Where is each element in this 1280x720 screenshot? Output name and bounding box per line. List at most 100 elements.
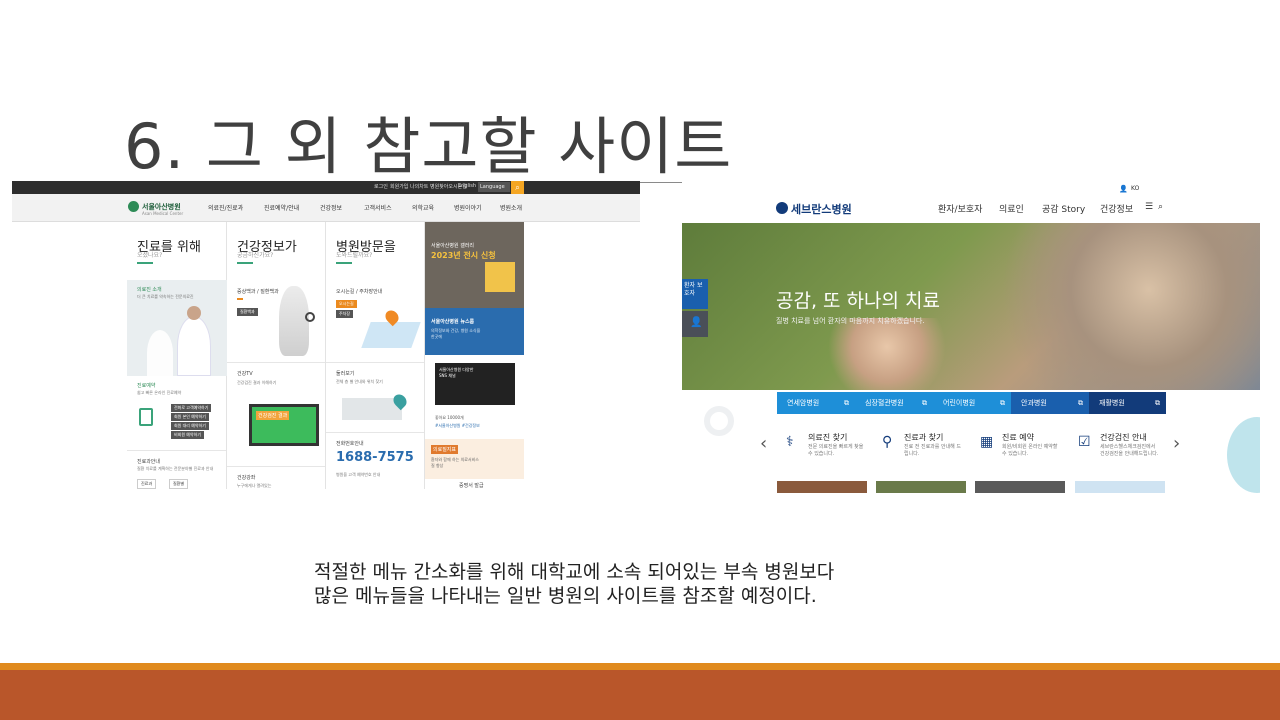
divider bbox=[326, 432, 424, 433]
person-icon: 👤 bbox=[690, 317, 703, 328]
external-link-icon: ⧉ bbox=[1078, 399, 1083, 407]
asan-disease-btn[interactable]: 질환별 bbox=[169, 479, 189, 489]
asan-col2-subtitle: 궁금하신가요? bbox=[237, 252, 274, 259]
title-divider bbox=[640, 182, 682, 183]
asan-reserve-btn-2[interactable]: 회원 본인 예약하기 bbox=[171, 413, 209, 421]
asan-doctor-photo[interactable]: 의료진 소개 더 큰 치료를 약속하는 전문의료진 bbox=[127, 280, 227, 376]
asan-parking-tag[interactable]: 주차장 bbox=[336, 310, 354, 318]
asan-healthtv-title[interactable]: 건강TV bbox=[237, 370, 253, 377]
sev-lang-select[interactable]: KO bbox=[1131, 185, 1139, 192]
asan-gallery-banner[interactable]: 서울아산병원 갤러리 2023년 전시 신청 bbox=[425, 222, 524, 308]
asan-col2-rule bbox=[237, 262, 253, 264]
asan-nav-health[interactable]: 건강정보 bbox=[320, 203, 342, 212]
asan-lecture-title[interactable]: 건강강좌 bbox=[237, 474, 255, 481]
asan-reservation-title: 진료예약 bbox=[137, 383, 156, 389]
decorative-circle bbox=[1227, 417, 1260, 493]
sev-side-tab-staff[interactable]: 👤 bbox=[682, 311, 708, 337]
door-icon bbox=[139, 408, 153, 426]
tv-screen-text: 건강검진 결과 bbox=[256, 411, 290, 420]
thumbnail[interactable] bbox=[777, 481, 867, 493]
chevron-right-icon[interactable]: › bbox=[1173, 433, 1180, 454]
asan-reserve-btn-3[interactable]: 회원 대리 예약하기 bbox=[171, 422, 209, 430]
sev-hospital-heart-label: 심장혈관병원 bbox=[865, 399, 904, 407]
asan-sns-tags: #서울아산병원 #건강정보 bbox=[435, 423, 480, 428]
asan-quality-desc: 환자와 함께 하는 의료서비스 질 향상 bbox=[431, 457, 479, 468]
asan-col-treatment: 진료를 위해 오셨나요? 의료진 소개 더 큰 치료를 약속하는 전문의료진 진… bbox=[127, 222, 227, 489]
asan-cert-link[interactable]: 증명서 발급 bbox=[459, 482, 484, 489]
asan-floormap-title[interactable]: 둘러보기 bbox=[336, 370, 354, 377]
hero-photo-people bbox=[982, 223, 1260, 390]
sev-side-tab-patient[interactable]: 환자 보호자 bbox=[682, 279, 708, 309]
sev-hospital-cancer[interactable]: 연세암병원 ⧉ bbox=[777, 392, 855, 414]
chevron-left-icon[interactable]: ‹ bbox=[760, 433, 767, 454]
thumbnail[interactable] bbox=[975, 481, 1065, 493]
asan-utility-bar: 로그인 회원가입 나의차트 병원찾아오시는길 English Language … bbox=[12, 181, 640, 194]
asan-symptoms-link[interactable]: 증상백과 / 질환백과 bbox=[237, 288, 279, 295]
asan-dept-btn[interactable]: 진료과 bbox=[137, 479, 157, 489]
asan-language-select[interactable]: Language bbox=[478, 182, 510, 192]
divider bbox=[227, 362, 325, 363]
asan-directions-link[interactable]: 오시는길 / 주차장안내 bbox=[336, 288, 382, 295]
asan-col1-rule bbox=[137, 262, 153, 264]
asan-nav-doctors[interactable]: 의료진/진료과 bbox=[208, 203, 243, 212]
sev-hospital-children-label: 어린이병원 bbox=[943, 399, 976, 407]
thumbnail[interactable] bbox=[1075, 481, 1165, 493]
asan-phone-number[interactable]: 1688-7575 bbox=[336, 450, 414, 465]
doctor-figure-icon bbox=[177, 316, 211, 376]
asan-sns-caption: 서울아산병원 다양한 SNS 채널 bbox=[439, 367, 474, 378]
asan-reserve-btn-1[interactable]: 전화로 고객예약하기 bbox=[171, 404, 212, 412]
asan-nav-customer[interactable]: 고객서비스 bbox=[364, 203, 392, 212]
sev-hospital-heart[interactable]: 심장혈관병원 ⧉ bbox=[855, 392, 933, 414]
calendar-icon: ▦ bbox=[980, 434, 994, 450]
asan-col3-rule bbox=[336, 262, 352, 264]
asan-phone-title: 전화번호안내 bbox=[336, 441, 364, 447]
asan-util-join[interactable]: 회원가입 bbox=[390, 183, 408, 190]
asan-news-banner[interactable]: 서울아산병원 뉴스룸 의학정보와 건강, 병원 소식을 한곳에 bbox=[425, 308, 524, 355]
thumbnail[interactable] bbox=[876, 481, 966, 493]
sev-hero-sub: 질병 치료를 넘어 환자의 마음까지 치유하겠습니다. bbox=[776, 317, 925, 325]
caption-line-1: 적절한 메뉴 간소화를 위해 대학교에 소속 되어있는 부속 병원보다 bbox=[314, 561, 835, 583]
asan-col-promo: 서울아산병원 갤러리 2023년 전시 신청 서울아산병원 뉴스룸 의학정보와 … bbox=[425, 222, 524, 489]
asan-util-login[interactable]: 로그인 bbox=[374, 183, 388, 190]
sev-menu-story[interactable]: 공감 Story bbox=[1042, 202, 1085, 215]
asan-doctor-desc: 더 큰 치료를 약속하는 전문의료진 bbox=[137, 294, 194, 299]
sev-menu-health[interactable]: 건강정보 bbox=[1100, 202, 1133, 215]
asan-nav-story[interactable]: 병원이야기 bbox=[454, 203, 482, 212]
body-figure-icon bbox=[279, 286, 309, 356]
sev-menu-patient[interactable]: 환자/보호자 bbox=[938, 202, 982, 215]
asan-reserve-btn-4[interactable]: 비회원 예약하기 bbox=[171, 431, 205, 439]
asan-reservation-desc: 쉽고 빠른 온라인 진료예약 bbox=[137, 390, 182, 395]
sev-user-icon[interactable]: 👤 bbox=[1119, 185, 1128, 193]
asan-nav-about[interactable]: 병원소개 bbox=[500, 203, 522, 212]
asan-util-english[interactable]: English bbox=[458, 183, 476, 189]
checklist-icon: ☑ bbox=[1078, 434, 1091, 450]
sev-hero-title: 공감, 또 하나의 치료 bbox=[776, 290, 940, 312]
sev-hospital-cancer-label: 연세암병원 bbox=[787, 399, 820, 407]
tv-icon[interactable]: 건강검진 결과 bbox=[249, 404, 319, 446]
asan-directions-tag[interactable]: 오시는길 bbox=[336, 300, 357, 308]
sev-hospital-rehab[interactable]: 재활병원 ⧉ bbox=[1089, 392, 1166, 414]
hero-photo-child bbox=[822, 318, 952, 390]
asan-nav-reservation[interactable]: 진료예약/안내 bbox=[264, 203, 299, 212]
phone-screen-icon: 서울아산병원 다양한 SNS 채널 bbox=[435, 363, 515, 405]
sev-hospital-eye[interactable]: 안과병원 ⧉ bbox=[1011, 392, 1089, 414]
asan-quality-card[interactable]: 의료질지표 환자와 함께 하는 의료서비스 질 향상 bbox=[425, 439, 524, 479]
external-link-icon: ⧉ bbox=[922, 399, 927, 407]
asan-sns-area[interactable]: 서울아산병원 다양한 SNS 채널 좋아요 10000개 #서울아산병원 #건강… bbox=[425, 355, 524, 439]
asan-dept-desc: 질환 치료를 계획하는 전문분야별 진료과 안내 bbox=[137, 466, 214, 471]
asan-util-chart[interactable]: 나의차트 bbox=[410, 183, 428, 190]
asan-search-icon[interactable]: ⌕ bbox=[511, 181, 524, 194]
asan-lecture-desc: 누구에게나 열려있는 bbox=[237, 483, 272, 488]
sev-logo[interactable]: 세브란스병원 bbox=[791, 201, 852, 217]
menu-icon[interactable]: ☰ bbox=[1145, 202, 1153, 212]
doctor-figure-icon bbox=[147, 330, 173, 376]
asan-symptoms-tag[interactable]: 질환백과 bbox=[237, 308, 258, 316]
search-icon[interactable]: ⌕ bbox=[1158, 202, 1163, 212]
asan-gallery-title: 서울아산병원 갤러리 bbox=[431, 243, 474, 249]
sev-menu-medical[interactable]: 의료인 bbox=[999, 202, 1024, 215]
asan-nav-education[interactable]: 의학교육 bbox=[412, 203, 434, 212]
caption-line-2: 많은 메뉴들을 나타내는 일반 병원의 사이트를 참조할 예정이다. bbox=[314, 585, 817, 607]
asan-doctor-intro: 의료진 소개 bbox=[137, 287, 162, 293]
asan-news-title: 서울아산병원 뉴스룸 bbox=[431, 319, 475, 325]
sev-hospital-children[interactable]: 어린이병원 ⧉ bbox=[933, 392, 1011, 414]
